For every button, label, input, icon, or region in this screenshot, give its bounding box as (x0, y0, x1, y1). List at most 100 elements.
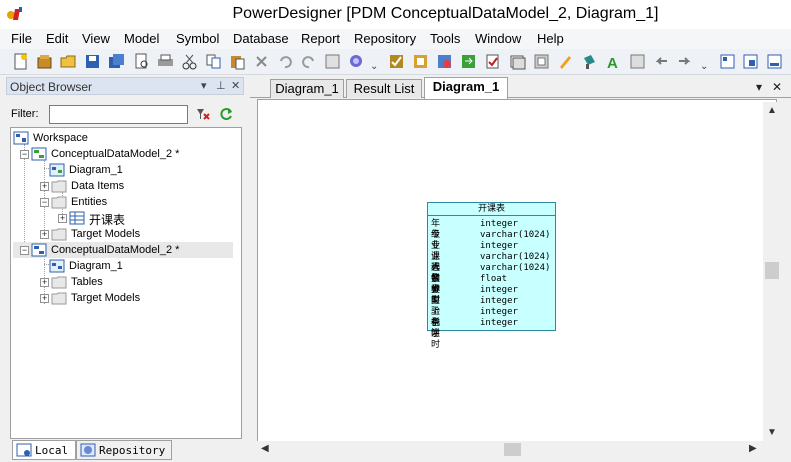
toolbar-overflow-chevron-2[interactable]: ⌄ (700, 61, 708, 72)
local-icon (16, 443, 32, 457)
text-icon[interactable]: A (605, 53, 622, 70)
tab-result-list[interactable]: Result List (346, 79, 422, 98)
menu-edit[interactable]: Edit (46, 31, 68, 46)
svg-text:A: A (607, 55, 618, 70)
scroll-down-icon[interactable]: ▼ (767, 427, 777, 438)
format-painter-icon[interactable] (581, 53, 598, 70)
delete-icon[interactable] (253, 53, 270, 70)
impact-analysis-icon[interactable] (436, 53, 453, 70)
tab-diagram-1-active[interactable]: Diagram_1 (424, 77, 508, 99)
expand-toggle[interactable]: + (40, 182, 49, 191)
folder-icon (51, 228, 67, 241)
scroll-up-icon[interactable]: ▲ (767, 105, 777, 116)
scroll-left-icon[interactable]: ◀ (261, 443, 269, 454)
tab-diagram-1[interactable]: Diagram_1 (270, 79, 344, 98)
tab-label: Local (35, 444, 69, 457)
back-icon[interactable] (653, 53, 670, 70)
symbol-icon[interactable] (509, 53, 526, 70)
grid-icon[interactable] (533, 53, 550, 70)
tab-label: Result List (353, 81, 415, 96)
refresh-icon[interactable] (218, 106, 234, 122)
filter-input[interactable] (49, 105, 188, 124)
menu-symbol[interactable]: Symbol (176, 31, 219, 46)
horizontal-scrollbar[interactable]: ◀ ▶ (257, 441, 763, 458)
print-icon[interactable] (157, 53, 174, 70)
expand-toggle[interactable]: + (40, 278, 49, 287)
check-model-icon[interactable] (388, 53, 405, 70)
toolbar-overflow-chevron[interactable]: ⌄ (370, 61, 378, 72)
horizontal-scroll-thumb[interactable] (504, 443, 521, 456)
tree-item-target-models-1[interactable]: + Target Models (13, 226, 233, 242)
undo-icon[interactable] (277, 53, 294, 70)
pencil-icon[interactable] (557, 53, 574, 70)
panel-menu-icon[interactable]: ▾ (201, 79, 207, 92)
window-cascade-icon[interactable] (742, 53, 759, 70)
window-arrange-icon[interactable] (766, 53, 783, 70)
expand-toggle[interactable]: + (40, 294, 49, 303)
expand-toggle[interactable]: + (40, 230, 49, 239)
collapse-toggle[interactable]: − (20, 246, 29, 255)
object-browser-tabs: Local Repository (10, 439, 242, 462)
attribute-type: varchar(1024) (480, 230, 551, 240)
vertical-scrollbar[interactable]: ▲ ▼ (763, 102, 782, 444)
save-all-icon[interactable] (108, 53, 125, 70)
tree-item-label: Entities (71, 196, 108, 208)
cut-icon[interactable] (181, 53, 198, 70)
scroll-right-icon[interactable]: ▶ (749, 443, 757, 454)
tab-local[interactable]: Local (12, 440, 76, 460)
tree-item-target-models-2[interactable]: + Target Models (13, 290, 233, 306)
filter-label: Filter: (11, 108, 39, 120)
attribute-name: 备注 (431, 318, 441, 339)
collapse-toggle[interactable]: − (40, 198, 49, 207)
tree-item-label: Tables (71, 276, 103, 288)
tree-item-entities[interactable]: − Entities (13, 194, 233, 210)
attribute-type: float (480, 274, 508, 284)
entity-symbol[interactable]: 开课表 年级 integer 专业 varchar(1024) 专业人数 int… (427, 202, 556, 350)
print-preview-icon[interactable] (133, 53, 150, 70)
clear-filter-icon[interactable] (195, 106, 211, 122)
menu-tools[interactable]: Tools (430, 31, 460, 46)
merge-icon[interactable] (484, 53, 501, 70)
redo-icon[interactable] (300, 53, 317, 70)
model-icon[interactable] (412, 53, 429, 70)
menu-help[interactable]: Help (537, 31, 564, 46)
image-icon[interactable] (629, 53, 646, 70)
close-document-icon[interactable]: ✕ (772, 80, 782, 94)
collapse-toggle[interactable]: − (20, 150, 29, 159)
menu-window[interactable]: Window (475, 31, 521, 46)
tree-item-tables[interactable]: + Tables (13, 274, 233, 290)
copy-icon[interactable] (205, 53, 222, 70)
save-icon[interactable] (84, 53, 101, 70)
menu-view[interactable]: View (82, 31, 110, 46)
menu-database[interactable]: Database (233, 31, 289, 46)
new-icon[interactable] (12, 53, 29, 70)
expand-toggle[interactable]: + (58, 214, 67, 223)
window-tile-icon[interactable] (719, 53, 736, 70)
tree-item-data-items[interactable]: + Data Items (13, 178, 233, 194)
browse-icon[interactable] (348, 53, 365, 70)
forward-icon[interactable] (676, 53, 693, 70)
tab-list-icon[interactable]: ▾ (756, 80, 762, 94)
tree-item-workspace[interactable]: Workspace (13, 130, 233, 146)
close-panel-icon[interactable]: ✕ (231, 79, 240, 92)
tab-repository[interactable]: Repository (76, 440, 172, 460)
compare-icon[interactable] (460, 53, 477, 70)
tree-item-model-2[interactable]: − ConceptualDataModel_2 * (13, 242, 233, 258)
menu-report[interactable]: Report (301, 31, 340, 46)
properties-icon[interactable] (324, 53, 341, 70)
tree-item-model2-diagram[interactable]: Diagram_1 (13, 258, 233, 274)
tree-item-model1-diagram[interactable]: Diagram_1 (13, 162, 233, 178)
menu-file[interactable]: File (11, 31, 32, 46)
paste-icon[interactable] (229, 53, 246, 70)
open-icon[interactable] (60, 53, 77, 70)
tree-item-model-1[interactable]: − ConceptualDataModel_2 * (13, 146, 233, 162)
menu-model[interactable]: Model (124, 31, 159, 46)
diagram-icon (49, 163, 65, 177)
new-project-icon[interactable] (36, 53, 53, 70)
tree-item-entity[interactable]: + 开课表 (13, 210, 233, 227)
menu-bar: File Edit View Model Symbol Database Rep… (0, 29, 791, 49)
conceptual-model-icon (31, 147, 47, 161)
menu-repository[interactable]: Repository (354, 31, 416, 46)
vertical-scroll-thumb[interactable] (765, 262, 779, 279)
pin-icon[interactable]: ⊥ (216, 79, 226, 92)
